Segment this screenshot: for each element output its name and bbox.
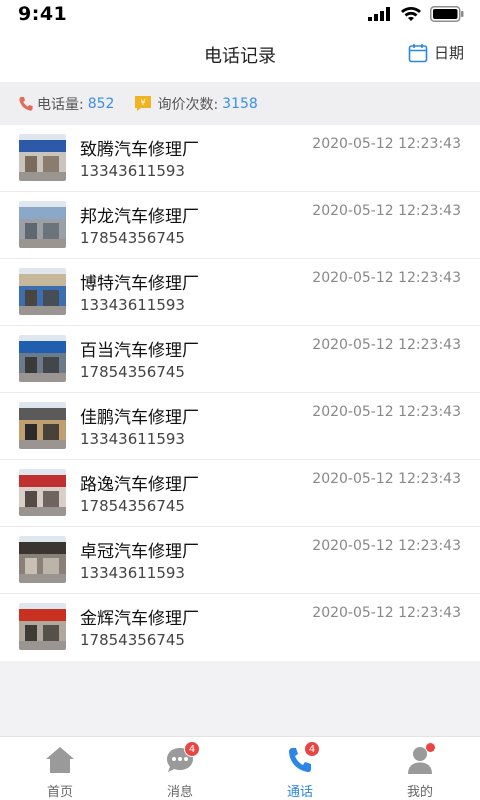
call-record-row[interactable]: 路逸汽车修理厂 17854356745 2020-05-12 12:23:43 — [0, 460, 480, 527]
shop-name: 佳鹏汽车修理厂 — [80, 408, 199, 428]
call-count-label: 电话量: — [37, 96, 84, 113]
signal-icon — [368, 7, 390, 21]
shop-name: 金辉汽车修理厂 — [80, 609, 199, 629]
shop-name: 邦龙汽车修理厂 — [80, 207, 199, 227]
shop-phone: 17854356745 — [80, 631, 185, 649]
tab-badge: 4 — [184, 741, 200, 757]
inquiry-count-stat: ¥ 询价次数: 3158 — [134, 94, 258, 114]
call-time: 2020-05-12 12:23:43 — [312, 404, 461, 420]
call-time: 2020-05-12 12:23:43 — [312, 136, 461, 152]
tab-bar: 首页 4 消息 4 通话 我的 — [0, 736, 480, 800]
profile-icon — [404, 743, 436, 775]
shop-phone: 13343611593 — [80, 564, 185, 582]
message-icon: 4 — [164, 741, 200, 775]
date-filter-button[interactable]: 日期 — [408, 42, 464, 63]
call-time: 2020-05-12 12:23:43 — [312, 605, 461, 621]
call-record-row[interactable]: 佳鹏汽车修理厂 13343611593 2020-05-12 12:23:43 — [0, 393, 480, 460]
shop-thumbnail — [19, 268, 66, 315]
notification-dot — [426, 743, 435, 752]
status-time: 9:41 — [18, 3, 68, 25]
tab-profile[interactable]: 我的 — [360, 737, 480, 800]
phone-icon — [19, 96, 33, 111]
shop-phone: 17854356745 — [80, 229, 185, 247]
call-count-stat: 电话量: 852 — [18, 94, 114, 114]
tab-label: 消息 — [166, 785, 193, 800]
call-record-row[interactable]: 金辉汽车修理厂 17854356745 2020-05-12 12:23:43 — [0, 594, 480, 661]
shop-name: 致腾汽车修理厂 — [80, 140, 199, 160]
page-title: 电话记录 — [204, 46, 276, 67]
call-record-row[interactable]: 邦龙汽车修理厂 17854356745 2020-05-12 12:23:43 — [0, 192, 480, 259]
call-count-value: 852 — [87, 95, 115, 112]
tab-label: 首页 — [46, 785, 73, 800]
shop-phone: 17854356745 — [80, 497, 185, 515]
call-record-list: 致腾汽车修理厂 13343611593 2020-05-12 12:23:43 … — [0, 125, 480, 661]
call-record-row[interactable]: 卓冠汽车修理厂 13343611593 2020-05-12 12:23:43 — [0, 527, 480, 594]
call-time: 2020-05-12 12:23:43 — [312, 471, 461, 487]
date-filter-label: 日期 — [433, 44, 464, 62]
call-record-row[interactable]: 博特汽车修理厂 13343611593 2020-05-12 12:23:43 — [0, 259, 480, 326]
call-time: 2020-05-12 12:23:43 — [312, 538, 461, 554]
shop-name: 卓冠汽车修理厂 — [80, 542, 199, 562]
shop-thumbnail — [19, 536, 66, 583]
inquiry-count-label: 询价次数: — [157, 96, 219, 113]
shop-thumbnail — [19, 402, 66, 449]
tab-message[interactable]: 4 消息 — [120, 737, 240, 800]
call-time: 2020-05-12 12:23:43 — [312, 270, 461, 286]
tab-label: 我的 — [406, 785, 433, 800]
call-time: 2020-05-12 12:23:43 — [312, 203, 461, 219]
shop-phone: 13343611593 — [80, 296, 185, 314]
status-icons — [368, 6, 464, 22]
shop-name: 百当汽车修理厂 — [80, 341, 199, 361]
svg-text:¥: ¥ — [141, 98, 146, 107]
tab-label: 通话 — [286, 785, 313, 800]
shop-phone: 13343611593 — [80, 162, 185, 180]
shop-name: 路逸汽车修理厂 — [80, 475, 199, 495]
call-record-row[interactable]: 致腾汽车修理厂 13343611593 2020-05-12 12:23:43 — [0, 125, 480, 192]
nav-bar: 电话记录 日期 — [0, 28, 480, 82]
status-bar: 9:41 — [0, 0, 480, 28]
shop-name: 博特汽车修理厂 — [80, 274, 199, 294]
battery-icon — [430, 6, 464, 22]
call-record-row[interactable]: 百当汽车修理厂 17854356745 2020-05-12 12:23:43 — [0, 326, 480, 393]
home-icon — [44, 745, 76, 775]
phone-icon: 4 — [284, 741, 320, 775]
tab-home[interactable]: 首页 — [0, 737, 120, 800]
call-time: 2020-05-12 12:23:43 — [312, 337, 461, 353]
shop-thumbnail — [19, 201, 66, 248]
shop-phone: 17854356745 — [80, 363, 185, 381]
shop-thumbnail — [19, 134, 66, 181]
stats-bar: 电话量: 852 ¥ 询价次数: 3158 — [0, 82, 480, 125]
inquiry-count-value: 3158 — [222, 95, 258, 112]
shop-thumbnail — [19, 469, 66, 516]
tab-badge: 4 — [304, 741, 320, 757]
calendar-icon — [408, 43, 428, 62]
shop-phone: 13343611593 — [80, 430, 185, 448]
tab-phone[interactable]: 4 通话 — [240, 737, 360, 800]
wifi-icon — [401, 6, 421, 21]
price-tag-icon: ¥ — [135, 96, 152, 111]
shop-thumbnail — [19, 603, 66, 650]
shop-thumbnail — [19, 335, 66, 382]
